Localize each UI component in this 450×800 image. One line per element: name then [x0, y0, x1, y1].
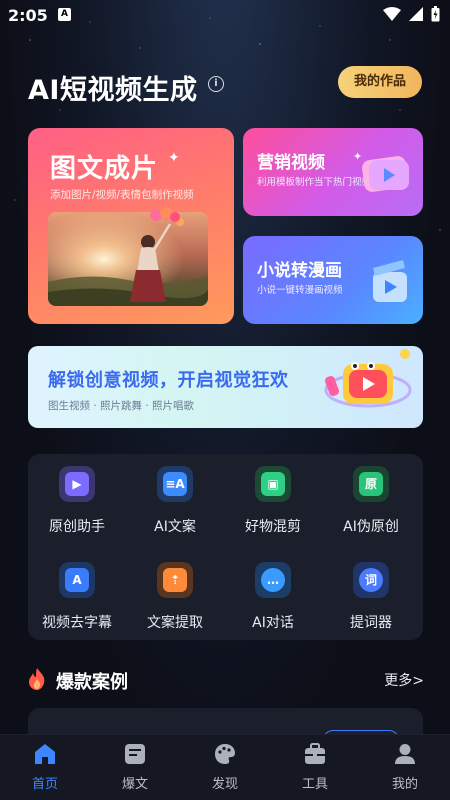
- play-character-illustration: [324, 349, 412, 408]
- info-icon[interactable]: i: [208, 76, 224, 92]
- tab-label: 工具: [301, 777, 328, 792]
- hot-cases-section: 爆款案例 更多>: [28, 666, 424, 694]
- tool-label: 好物混剪: [245, 519, 301, 535]
- tool-label: AI伪原创: [343, 519, 399, 535]
- page-header: AI短视频生成 i 我的作品: [28, 66, 424, 106]
- teleprompter-icon: 词: [353, 562, 389, 598]
- bottom-tab-bar: 首页 爆文 发现 工具 我的: [0, 734, 450, 800]
- marketing-video-card[interactable]: 营销视频 利用模板制作当下热门视频 ✦: [243, 128, 423, 216]
- home-icon: [35, 744, 55, 764]
- video-edit-icon: ▣: [255, 466, 291, 502]
- status-bar: 2:05 A: [0, 0, 450, 30]
- tool-text-extract[interactable]: ⇡ 文案提取: [126, 550, 224, 631]
- wifi-icon: [383, 7, 401, 21]
- section-title: 爆款案例: [56, 672, 128, 693]
- clapperboard-icon: [373, 260, 407, 302]
- card-subtitle: 小说一键转漫画视频: [257, 285, 343, 296]
- tool-label: AI对话: [252, 615, 294, 631]
- novel-to-comic-card[interactable]: 小说转漫画 小说一键转漫画视频: [243, 236, 423, 324]
- video-camera-icon: ▶: [59, 466, 95, 502]
- chat-icon: …: [255, 562, 291, 598]
- palette-icon: [215, 744, 235, 764]
- tool-label: 视频去字幕: [42, 615, 112, 631]
- status-time: 2:05: [8, 6, 48, 25]
- tab-label: 首页: [31, 777, 58, 792]
- tab-home[interactable]: 首页: [0, 735, 90, 800]
- status-icons: [383, 6, 440, 22]
- tool-ai-copywriting[interactable]: ≡A AI文案: [126, 454, 224, 535]
- extract-icon: ⇡: [157, 562, 193, 598]
- tool-subtitle-remove[interactable]: A 视频去字幕: [28, 550, 126, 631]
- tab-label: 爆文: [121, 777, 148, 792]
- page-title: AI短视频生成: [28, 75, 198, 106]
- tab-profile[interactable]: 我的: [360, 735, 450, 800]
- card-subtitle: 利用模板制作当下热门视频: [257, 177, 372, 188]
- tab-tools[interactable]: 工具: [270, 735, 360, 800]
- app-notification-icon: A: [58, 8, 71, 21]
- tool-label: AI文案: [154, 519, 196, 535]
- image-to-video-card[interactable]: 图文成片 ✦ 添加图片/视频/表情包制作视频: [28, 128, 234, 324]
- card-title: 营销视频: [257, 153, 325, 173]
- original-doc-icon: 原: [353, 466, 389, 502]
- profile-icon: [395, 744, 415, 764]
- card-title: 小说转漫画: [257, 261, 342, 281]
- balloons-icon: [150, 207, 180, 222]
- tab-label: 发现: [211, 777, 238, 792]
- tab-discover[interactable]: 发现: [180, 735, 270, 800]
- tool-label: 提词器: [350, 615, 392, 631]
- tool-original-assistant[interactable]: ▶ 原创助手: [28, 454, 126, 535]
- card-title: 图文成片: [50, 154, 159, 184]
- sample-photo: [48, 212, 208, 306]
- ai-text-icon: ≡A: [157, 466, 193, 502]
- fire-icon: [29, 668, 45, 690]
- banner-subtitle: 图生视频 · 照片跳舞 · 照片唱歌: [48, 400, 195, 412]
- subtitle-remove-icon: A: [59, 562, 95, 598]
- card-subtitle: 添加图片/视频/表情包制作视频: [50, 189, 194, 201]
- my-works-button[interactable]: 我的作品: [338, 66, 422, 98]
- sunset-girl-illustration: [48, 212, 208, 306]
- tab-articles[interactable]: 爆文: [90, 735, 180, 800]
- article-icon: [125, 744, 145, 764]
- tools-grid: ▶ 原创助手 ≡A AI文案 ▣ 好物混剪 原 AI伪原创 A 视频去字幕 ⇡ …: [28, 454, 423, 640]
- tool-product-mix[interactable]: ▣ 好物混剪: [224, 454, 322, 535]
- more-link[interactable]: 更多>: [384, 670, 424, 690]
- signal-icon: [409, 7, 423, 21]
- promo-banner[interactable]: 解锁创意视频，开启视觉狂欢 图生视频 · 照片跳舞 · 照片唱歌: [28, 346, 423, 428]
- tab-label: 我的: [391, 777, 418, 792]
- banner-title: 解锁创意视频，开启视觉狂欢: [48, 370, 289, 391]
- video-player-icon: [362, 156, 409, 192]
- battery-icon: [431, 6, 440, 22]
- tool-teleprompter[interactable]: 词 提词器: [322, 550, 420, 631]
- tool-ai-chat[interactable]: … AI对话: [224, 550, 322, 631]
- toolbox-icon: [305, 743, 325, 764]
- tool-label: 文案提取: [147, 615, 203, 631]
- tool-ai-pseudo-original[interactable]: 原 AI伪原创: [322, 454, 420, 535]
- sparkle-icon: ✦: [168, 150, 180, 166]
- tool-label: 原创助手: [49, 519, 105, 535]
